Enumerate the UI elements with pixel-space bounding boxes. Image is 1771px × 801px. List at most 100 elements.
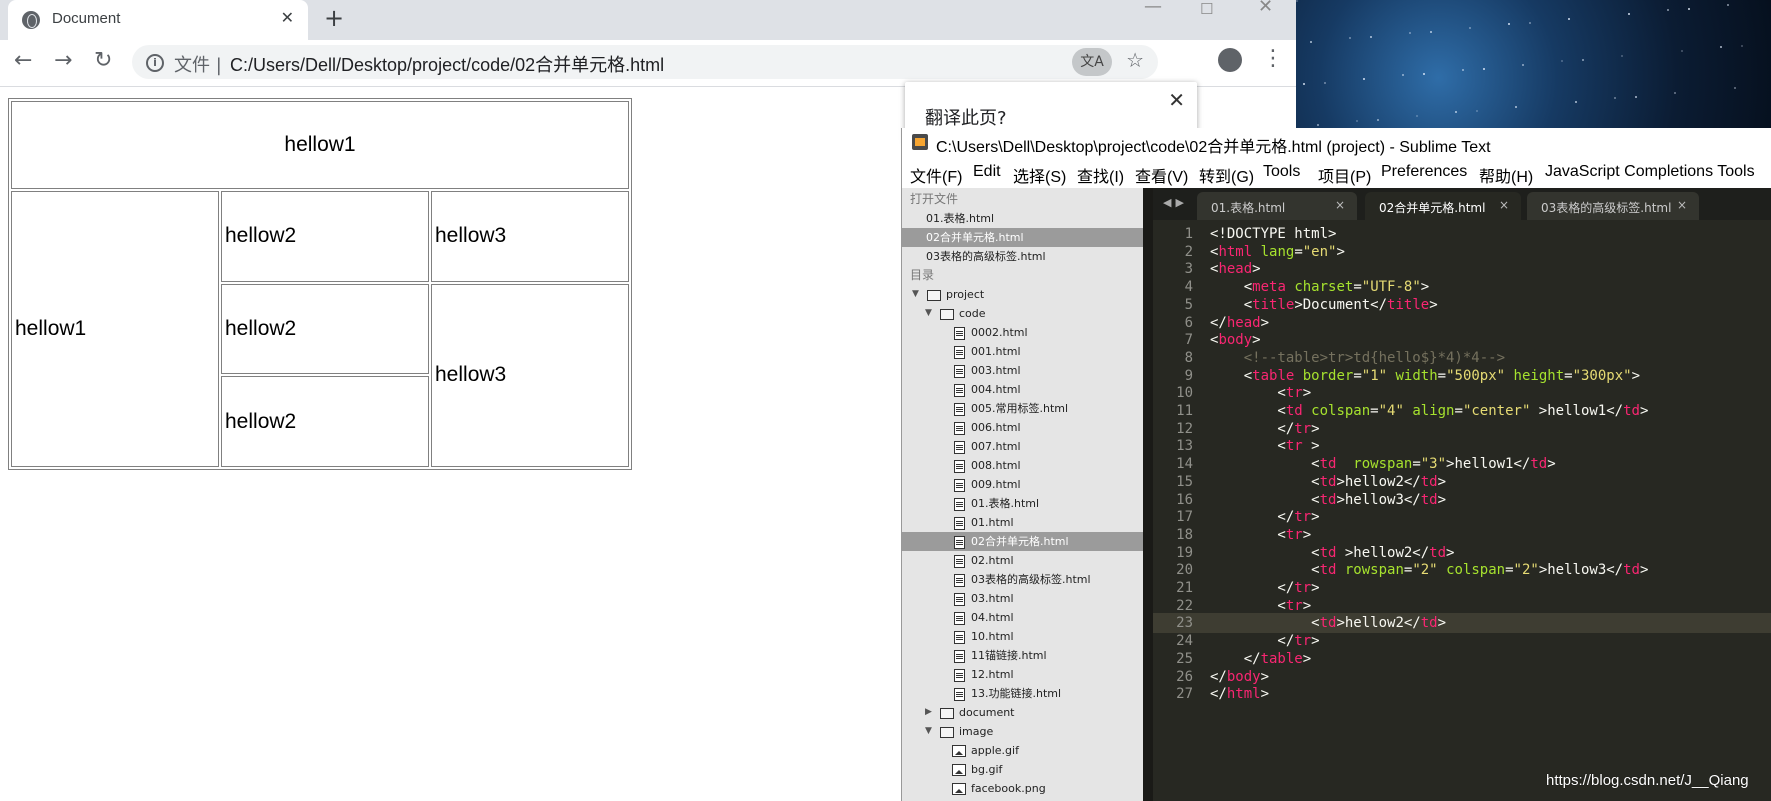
back-arrow-icon[interactable]: ← [14, 48, 32, 73]
sidebar-item-label: 02合并单元格.html [971, 535, 1069, 548]
sidebar-file[interactable]: 007.html [902, 437, 1143, 456]
translate-icon[interactable]: 文A [1072, 48, 1112, 76]
close-icon[interactable]: ✕ [1168, 88, 1185, 112]
sidebar: 打开文件 01.表格.html 02合并单元格.html 03表格的高级标签.html… [902, 188, 1143, 801]
menu-edit[interactable]: Edit [973, 163, 1001, 181]
menu-preferences[interactable]: Preferences [1381, 163, 1467, 181]
sidebar-file[interactable]: 02合并单元格.html [902, 532, 1143, 551]
close-icon[interactable]: × [1335, 198, 1345, 212]
table-cell: hellow3 [431, 191, 629, 282]
sidebar-file[interactable]: 03表格的高级标签.html [902, 570, 1143, 589]
browser-tab[interactable]: Document ✕ [8, 0, 308, 40]
sidebar-file[interactable]: 008.html [902, 456, 1143, 475]
sidebar-file[interactable]: apple.gif [902, 741, 1143, 760]
sidebar-item-label: 003.html [971, 364, 1021, 377]
sidebar-file[interactable]: 12.html [902, 665, 1143, 684]
file-icon [954, 574, 965, 587]
star-decoration [1515, 106, 1517, 108]
sidebar-folder-image[interactable]: ▼ image [902, 722, 1143, 741]
folder-icon [940, 708, 954, 719]
chevron-down-icon[interactable]: ▼ [925, 722, 932, 741]
sidebar-file[interactable]: facebook.png [902, 779, 1143, 798]
url-text[interactable]: C:/Users/Dell/Desktop/project/code/02合并单… [230, 51, 664, 77]
menu-project[interactable]: 项目(P) [1318, 163, 1371, 187]
window-close-icon[interactable]: ✕ [1258, 0, 1273, 17]
sidebar-file[interactable]: 0002.html [902, 323, 1143, 342]
new-tab-button[interactable]: + [324, 4, 344, 32]
sidebar-file[interactable]: 02.html [902, 551, 1143, 570]
menu-find[interactable]: 查找(I) [1077, 163, 1124, 187]
sidebar-item-label: 009.html [971, 478, 1021, 491]
sidebar-open-file[interactable]: 02合并单元格.html [902, 228, 1143, 247]
sidebar-file[interactable]: 11锚链接.html [902, 646, 1143, 665]
sidebar-file[interactable]: 10.html [902, 627, 1143, 646]
address-bar[interactable]: i 文件 | C:/Users/Dell/Desktop/project/cod… [132, 45, 1158, 79]
star-decoration [1455, 111, 1457, 113]
bookmark-star-icon[interactable]: ☆ [1126, 48, 1144, 72]
sidebar-file[interactable]: 001.html [902, 342, 1143, 361]
maximize-icon[interactable]: ☐ [1200, 0, 1213, 18]
reload-icon[interactable]: ↻ [94, 48, 112, 73]
star-decoration [1303, 83, 1305, 85]
menu-goto[interactable]: 转到(G) [1199, 163, 1254, 187]
info-icon[interactable]: i [146, 54, 164, 72]
sidebar-item-label: 006.html [971, 421, 1021, 434]
sidebar-file[interactable]: 03.html [902, 589, 1143, 608]
star-decoration [1483, 68, 1485, 70]
editor-tab-02[interactable]: 02合并单元格.html × [1365, 192, 1521, 220]
sidebar-item-label: 01.html [971, 516, 1014, 529]
star-decoration [1356, 120, 1358, 122]
code-line[interactable]: 27 </html> [1153, 684, 1771, 704]
close-icon[interactable]: × [1677, 198, 1687, 212]
tab-title: Document [52, 10, 121, 27]
star-decoration [1628, 13, 1630, 15]
sidebar-file[interactable]: 003.html [902, 361, 1143, 380]
sidebar-folder-document[interactable]: ▶ document [902, 703, 1143, 722]
sidebar-file[interactable]: 01.表格.html [902, 494, 1143, 513]
sidebar-item-label: 10.html [971, 630, 1014, 643]
sidebar-file[interactable]: 004.html [902, 380, 1143, 399]
sidebar-file[interactable]: 04.html [902, 608, 1143, 627]
sidebar-file[interactable]: 13.功能链接.html [902, 684, 1143, 703]
table-cell: hellow2 [221, 283, 429, 375]
more-menu-icon[interactable]: ⋮ [1262, 46, 1284, 71]
sidebar-item-label: 004.html [971, 383, 1021, 396]
code-text[interactable]: </html> [1210, 684, 1269, 704]
chevron-down-icon[interactable]: ▼ [912, 285, 919, 304]
tab-nav-arrows-icon[interactable]: ◀▶ [1163, 196, 1188, 209]
forward-arrow-icon[interactable]: → [54, 48, 72, 73]
sidebar-folder-code[interactable]: ▼ code [902, 304, 1143, 323]
menu-file[interactable]: 文件(F) [910, 163, 962, 187]
file-icon [954, 422, 965, 435]
sidebar-file[interactable]: 009.html [902, 475, 1143, 494]
sidebar-file[interactable]: 005.常用标签.html [902, 399, 1143, 418]
chevron-down-icon[interactable]: ▼ [925, 304, 932, 323]
star-decoration [1469, 27, 1471, 29]
code-editor[interactable]: 1 <!DOCTYPE html> 2 <html lang="en"> 3 <head>… [1153, 220, 1771, 801]
star-decoration [1734, 87, 1736, 89]
sidebar-open-file[interactable]: 01.表格.html [902, 209, 1143, 228]
close-icon[interactable]: × [1499, 198, 1509, 212]
star-decoration [1575, 101, 1577, 103]
chevron-right-icon[interactable]: ▶ [925, 703, 932, 722]
sidebar-file[interactable]: 006.html [902, 418, 1143, 437]
editor-tab-03[interactable]: 03表格的高级标签.html × [1527, 192, 1699, 220]
sidebar-folder-project[interactable]: ▼ project [902, 285, 1143, 304]
menu-js-completions[interactable]: JavaScript Completions Tools [1545, 163, 1755, 181]
profile-avatar-icon[interactable] [1218, 48, 1242, 72]
sidebar-divider[interactable] [1143, 188, 1153, 801]
close-icon[interactable]: ✕ [281, 8, 294, 27]
minimize-icon[interactable]: — [1144, 0, 1162, 17]
sidebar-open-file[interactable]: 03表格的高级标签.html [902, 247, 1143, 266]
sidebar-file[interactable]: bg.gif [902, 760, 1143, 779]
menu-selection[interactable]: 选择(S) [1013, 163, 1066, 187]
menu-view[interactable]: 查看(V) [1135, 163, 1188, 187]
browser-toolbar: ← → ↻ i 文件 | C:/Users/Dell/Desktop/proje… [0, 40, 1296, 87]
menu-tools[interactable]: Tools [1263, 163, 1300, 181]
sidebar-file[interactable]: 01.html [902, 513, 1143, 532]
star-decoration [1727, 4, 1729, 6]
image-file-icon [952, 783, 966, 795]
table-cell: hellow1 [11, 191, 219, 467]
menu-help[interactable]: 帮助(H) [1479, 163, 1533, 187]
editor-tab-01[interactable]: 01.表格.html × [1197, 192, 1357, 220]
